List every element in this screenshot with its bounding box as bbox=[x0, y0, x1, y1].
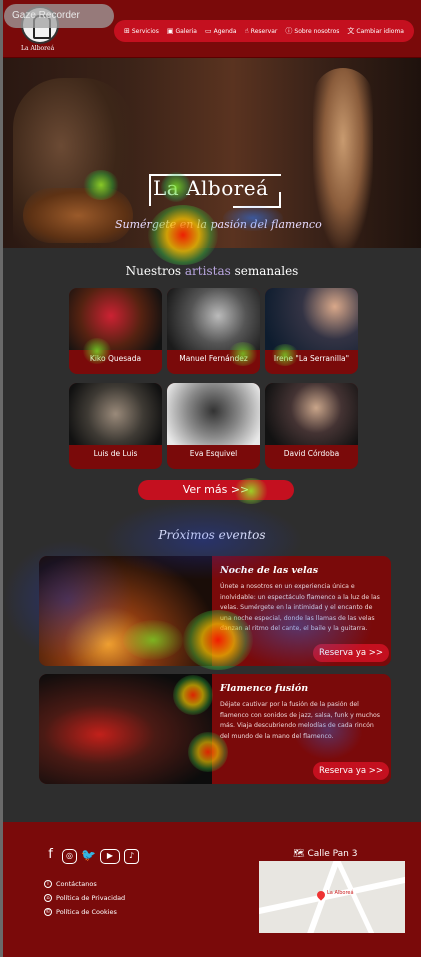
event-title: Flamenco fusión bbox=[220, 683, 309, 694]
footer-link-label: Contáctanos bbox=[56, 880, 97, 888]
address: 🗺 Calle Pan 3 bbox=[293, 849, 357, 859]
info-icon: ⓘ bbox=[285, 27, 293, 35]
artist-name: Luis de Luis bbox=[93, 449, 138, 458]
instagram-icon[interactable]: ◎ bbox=[62, 849, 77, 864]
title-part: semanales bbox=[230, 264, 299, 278]
gaze-recorder-badge: Gaze Recorder bbox=[4, 4, 114, 28]
artist-card[interactable]: David Córdoba bbox=[265, 383, 358, 469]
twitter-icon[interactable]: 🐦 bbox=[81, 849, 96, 864]
reserve-button[interactable]: Reserva ya >> bbox=[313, 644, 389, 662]
nav-label: Reservar bbox=[250, 27, 278, 35]
event-photo bbox=[39, 556, 212, 666]
title-accent: artistas bbox=[184, 264, 231, 278]
contact-link[interactable]: i Contáctanos bbox=[44, 880, 97, 888]
artist-card[interactable]: Kiko Quesada bbox=[69, 288, 162, 374]
artist-photo bbox=[167, 383, 260, 445]
artist-photo bbox=[265, 288, 358, 350]
artist-card[interactable]: Luis de Luis bbox=[69, 383, 162, 469]
privacy-link[interactable]: ⌂ Política de Privacidad bbox=[44, 894, 125, 902]
artist-name: David Córdoba bbox=[283, 449, 340, 458]
map-icon: 🗺 bbox=[293, 849, 305, 859]
address-text: Calle Pan 3 bbox=[307, 849, 358, 859]
hero-banner: La Alboreá Sumérgete en la pasión del fl… bbox=[3, 58, 421, 248]
logo-text: La Alboreá bbox=[21, 45, 55, 52]
grid-icon: ⊞ bbox=[124, 27, 130, 35]
title-part: Nuestros bbox=[125, 264, 185, 278]
calendar-icon: ▭ bbox=[204, 27, 212, 35]
location-map[interactable]: La Alboreá bbox=[259, 861, 405, 933]
footer-link-label: Política de Cookies bbox=[56, 908, 117, 916]
nav-item-servicios[interactable]: ⊞ Servicios bbox=[124, 27, 159, 35]
nav-item-sobre-nosotros[interactable]: ⓘ Sobre nosotros bbox=[285, 26, 339, 36]
ver-mas-button[interactable]: Ver más >> bbox=[138, 480, 294, 500]
guitar-image bbox=[23, 188, 133, 243]
artists-title: Nuestros artistas semanales bbox=[3, 264, 421, 278]
nav-item-reservar[interactable]: ☝ Reservar bbox=[245, 27, 278, 35]
nav-item-galeria[interactable]: ▣ Galeria bbox=[167, 27, 197, 35]
artist-card[interactable]: Eva Esquivel bbox=[167, 383, 260, 469]
events-title: Próximos eventos bbox=[158, 528, 266, 542]
artist-card[interactable]: Irene "La Serranilla" bbox=[265, 288, 358, 374]
artist-photo bbox=[69, 383, 162, 445]
nav-label: Cambiar idioma bbox=[356, 27, 404, 35]
gallery-icon: ▣ bbox=[166, 27, 174, 35]
hand-pointer-icon: ☝ bbox=[244, 27, 249, 35]
site-footer: f ◎ 🐦 ▶ ♪ i Contáctanos ⌂ Política de Priv… bbox=[3, 822, 421, 957]
hero-subtitle: Sumérgete en la pasión del flamenco bbox=[115, 218, 322, 231]
nav-label: Sobre nosotros bbox=[294, 27, 340, 35]
social-links: f ◎ 🐦 ▶ ♪ bbox=[43, 848, 139, 864]
event-card: Flamenco fusión Déjate cautivar por la f… bbox=[39, 674, 391, 784]
youtube-icon[interactable]: ▶ bbox=[100, 849, 120, 864]
event-description: Déjate cautivar por la fusión de la pasi… bbox=[220, 701, 381, 740]
artist-name: Kiko Quesada bbox=[89, 354, 142, 363]
hero-title: La Alboreá bbox=[153, 176, 269, 200]
event-card: Noche de las velas Únete a nosotros en u… bbox=[39, 556, 391, 666]
lock-icon: ⌂ bbox=[44, 894, 52, 902]
page: La Alboreá ⊞ Servicios ▣ Galeria ▭ Agenda ☝… bbox=[3, 0, 421, 957]
cookies-link[interactable]: © Política de Cookies bbox=[44, 908, 117, 916]
nav-item-cambiar-idioma[interactable]: 文 Cambiar idioma bbox=[347, 26, 404, 36]
nav-label: Galeria bbox=[175, 27, 197, 35]
facebook-icon[interactable]: f bbox=[43, 848, 58, 864]
event-description: Únete a nosotros en un experiencia única… bbox=[220, 583, 380, 632]
main-nav: ⊞ Servicios ▣ Galeria ▭ Agenda ☝ Reservar ⓘ S… bbox=[114, 20, 414, 42]
reserve-button[interactable]: Reserva ya >> bbox=[313, 762, 389, 780]
artist-name: Irene "La Serranilla" bbox=[273, 354, 350, 363]
event-photo bbox=[39, 674, 212, 784]
dancer-image bbox=[313, 68, 373, 248]
artist-photo bbox=[265, 383, 358, 445]
map-road bbox=[333, 861, 380, 933]
artist-photo bbox=[69, 288, 162, 350]
event-title: Noche de las velas bbox=[220, 565, 319, 576]
artist-card[interactable]: Manuel Fernández bbox=[167, 288, 260, 374]
nav-label: Servicios bbox=[131, 27, 159, 35]
footer-link-label: Política de Privacidad bbox=[56, 894, 126, 902]
artist-name: Eva Esquivel bbox=[189, 449, 238, 458]
nav-label: Agenda bbox=[213, 27, 237, 35]
artist-name: Manuel Fernández bbox=[179, 354, 248, 363]
translate-icon: 文 bbox=[347, 27, 355, 35]
info-icon: i bbox=[44, 880, 52, 888]
tiktok-icon[interactable]: ♪ bbox=[124, 849, 139, 864]
nav-item-agenda[interactable]: ▭ Agenda bbox=[205, 27, 237, 35]
artist-photo bbox=[167, 288, 260, 350]
copyright-icon: © bbox=[44, 908, 52, 916]
map-label: La Alboreá bbox=[327, 890, 354, 896]
